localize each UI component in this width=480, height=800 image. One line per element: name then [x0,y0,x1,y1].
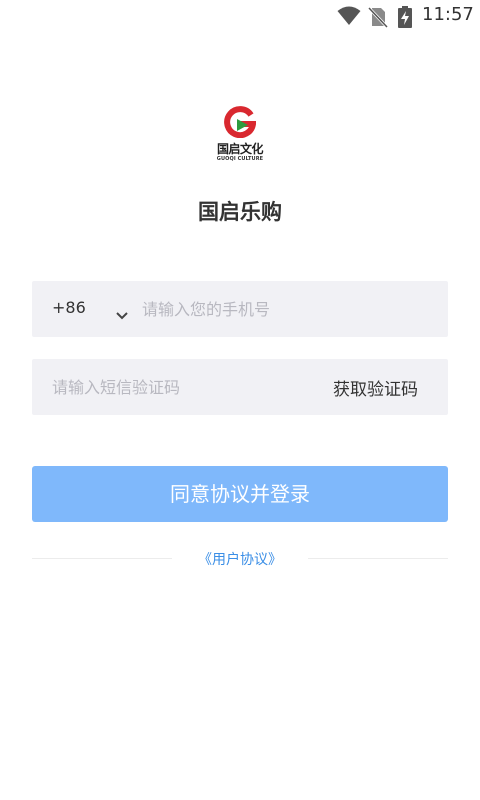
divider-right [308,558,448,559]
verification-input-row: 获取验证码 [32,359,448,415]
verification-code-input[interactable] [52,375,312,399]
logo-g-icon [224,106,257,142]
logo: 国启文化 GUOQI CULTURE [210,106,270,168]
wifi-icon [337,6,361,30]
chevron-down-icon[interactable] [116,305,128,324]
phone-number-input[interactable] [142,297,432,321]
clock: 11:57 [422,4,474,25]
get-code-button[interactable]: 获取验证码 [333,375,418,400]
country-code-selector[interactable]: +86 [52,298,86,317]
status-bar: 11:57 [0,0,480,32]
logo-text-en: GUOQI CULTURE [216,156,264,162]
phone-input-row: +86 [32,281,448,337]
battery-charging-icon [398,6,412,32]
no-sim-icon [367,6,389,32]
login-button[interactable]: 同意协议并登录 [32,466,448,522]
logo-text-cn: 国启文化 [216,142,264,156]
app-title: 国启乐购 [198,200,282,224]
user-agreement-link[interactable]: 《用户协议》 [0,549,480,569]
